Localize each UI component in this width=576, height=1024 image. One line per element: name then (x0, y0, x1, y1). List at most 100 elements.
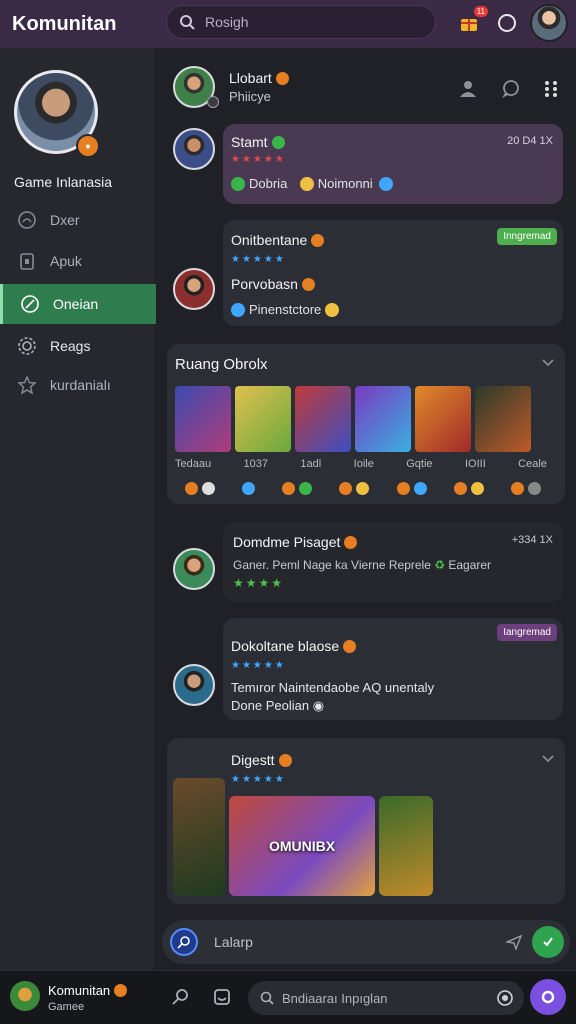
sidebar-item-dxer[interactable]: Dxer (0, 200, 156, 240)
post-time: 20 D4 1X (507, 135, 553, 147)
post-card-stamt[interactable]: Stamt 20 D4 1X ★★★★★ Dobria Noimonni (223, 124, 563, 204)
post-card-onitbentane[interactable]: Onitbentane Inngremad ★★★★★ Porvobasn Pi… (223, 220, 563, 326)
post-image-left[interactable] (173, 778, 225, 896)
reaction-icon[interactable] (238, 480, 256, 498)
emoji-icon[interactable] (496, 989, 514, 1007)
bottom-search-bar[interactable]: Bndiaaraı Inpıglan (248, 981, 524, 1015)
post-chip[interactable]: Pinenstctore (231, 302, 351, 322)
chevron-down-icon[interactable] (541, 358, 555, 368)
sidebar-item-apuk[interactable]: Apuk (0, 241, 156, 281)
reaction-icon[interactable] (278, 480, 313, 498)
ring-icon (541, 990, 555, 1004)
tile-label: IOIII (464, 458, 486, 470)
post-text: Ganer. Peml Nage ka Vierne Reprele ♻ Eag… (233, 558, 492, 572)
ruang-tile-labels: Tedaau 1037 1adl Ioile Gqtie IOIII Ceale (175, 458, 547, 470)
user-avatar[interactable] (530, 4, 568, 42)
community-logo-icon[interactable] (10, 981, 40, 1011)
post-rating: ★★★★ (233, 576, 285, 590)
search-input[interactable]: Rosigh (205, 14, 249, 30)
profile-name: Game Inlanasia (14, 174, 113, 190)
tile-game-6[interactable] (475, 386, 531, 452)
post-avatar[interactable] (173, 128, 215, 170)
reaction-icon[interactable] (450, 480, 484, 498)
reaction-icon[interactable] (335, 480, 370, 498)
more-options-icon[interactable] (541, 78, 561, 98)
bottom-bar: Komunitan Gamee Bndiaaraı Inpıglan (0, 970, 576, 1024)
notifications-button[interactable]: 11 (456, 6, 488, 36)
reaction-icon[interactable] (393, 480, 427, 498)
circle-icon (498, 14, 516, 32)
post-card-dokoltane[interactable]: Dokoltane blaose Iangremad ★★★★★ Temıror… (223, 618, 563, 720)
tile-game-2[interactable] (235, 386, 291, 452)
message-composer: Lalarp (162, 920, 570, 964)
tile-game-3[interactable] (295, 386, 351, 452)
confirm-button[interactable] (532, 926, 564, 958)
post-avatar[interactable] (173, 664, 215, 706)
clipboard-icon (16, 250, 38, 272)
search-icon[interactable] (170, 987, 190, 1007)
post-author: Stamt (231, 134, 285, 150)
sidebar-item-oneian[interactable]: Oneian (0, 284, 156, 324)
globe-icon (378, 176, 393, 191)
tile-label: Ceale (518, 458, 547, 470)
reaction-icon[interactable] (181, 480, 215, 498)
message-input[interactable]: Lalarp (214, 934, 253, 950)
post-rating: ★★★★★ (231, 774, 286, 785)
moon-icon (299, 176, 314, 191)
attach-button[interactable] (170, 928, 198, 956)
header-user-status: Phiicye (229, 89, 271, 104)
inbox-icon[interactable] (212, 987, 232, 1007)
app-title: Komunitan (12, 12, 117, 35)
tile-game-5[interactable] (415, 386, 471, 452)
tile-game-4[interactable] (355, 386, 411, 452)
search-bar[interactable]: Rosigh (166, 5, 436, 39)
post-badge: Inngremad (497, 228, 557, 245)
post-author: Dokoltane blaose (231, 638, 357, 654)
post-image-main[interactable]: OMUNIBX (229, 796, 375, 896)
bottom-search-input[interactable]: Bndiaaraı Inpıglan (282, 991, 388, 1006)
fire-emoji-icon (275, 72, 289, 85)
sidebar-item-kurdaniali[interactable]: kurdanialı (0, 365, 156, 405)
notification-badge: 11 (473, 6, 488, 17)
chevron-down-icon[interactable] (541, 754, 555, 764)
add-friend-icon[interactable] (457, 78, 479, 100)
bottom-app-sub: Gamee (48, 1001, 85, 1013)
send-icon[interactable] (506, 934, 522, 950)
sidebar-item-label: kurdanialı (50, 377, 111, 393)
top-bar: Komunitan Rosigh 11 (0, 0, 576, 48)
search-icon (177, 936, 190, 949)
status-dot-icon (207, 96, 219, 108)
post-card-digestt[interactable]: Digestt ★★★★★ OMUNIBX (167, 738, 565, 904)
action-button[interactable] (530, 979, 566, 1015)
header-user-name: Llobart (229, 70, 289, 86)
link-icon: ◉ (312, 698, 325, 713)
sparkle-icon (325, 302, 340, 317)
ruang-reactions (181, 480, 541, 498)
post-avatar[interactable] (173, 268, 215, 310)
post-chips: Dobria Noimonni (231, 176, 405, 196)
checkmark-icon (543, 937, 553, 947)
post-avatar[interactable] (173, 548, 215, 590)
fire-emoji-icon (278, 754, 292, 767)
gear-icon (16, 335, 38, 357)
sidebar-item-reags[interactable]: Reags (0, 326, 156, 366)
post-text-line1: Temıror Naintendaobe AQ unentaly (231, 680, 435, 695)
post-sub-author: Porvobasn (231, 276, 315, 292)
reaction-icon[interactable] (507, 480, 541, 498)
post-image-right[interactable] (379, 796, 433, 896)
chip-label: Noimonni (317, 176, 373, 191)
chat-icon[interactable] (499, 78, 521, 100)
post-author: Digestt (231, 752, 292, 768)
sidebar-item-label: Oneian (53, 296, 99, 312)
tile-label: 1adl (300, 458, 322, 470)
sidebar-item-label: Reags (50, 338, 91, 354)
post-card-domdme[interactable]: Domdme Pisaget +334 1X Ganer. Peml Nage … (223, 522, 563, 602)
status-button[interactable] (494, 10, 520, 36)
chip-noimonni[interactable]: Noimonni (299, 176, 397, 191)
chip-dobria[interactable]: Dobria (231, 176, 287, 191)
bottom-app-name: Komunitan (48, 983, 128, 998)
tile-game-1[interactable] (175, 386, 231, 452)
tile-label: Ioile (353, 458, 374, 470)
ruang-card: Ruang Obrolx Tedaau 1037 1adl Ioile Gqti… (167, 344, 565, 504)
sidebar-item-label: Dxer (50, 212, 80, 228)
